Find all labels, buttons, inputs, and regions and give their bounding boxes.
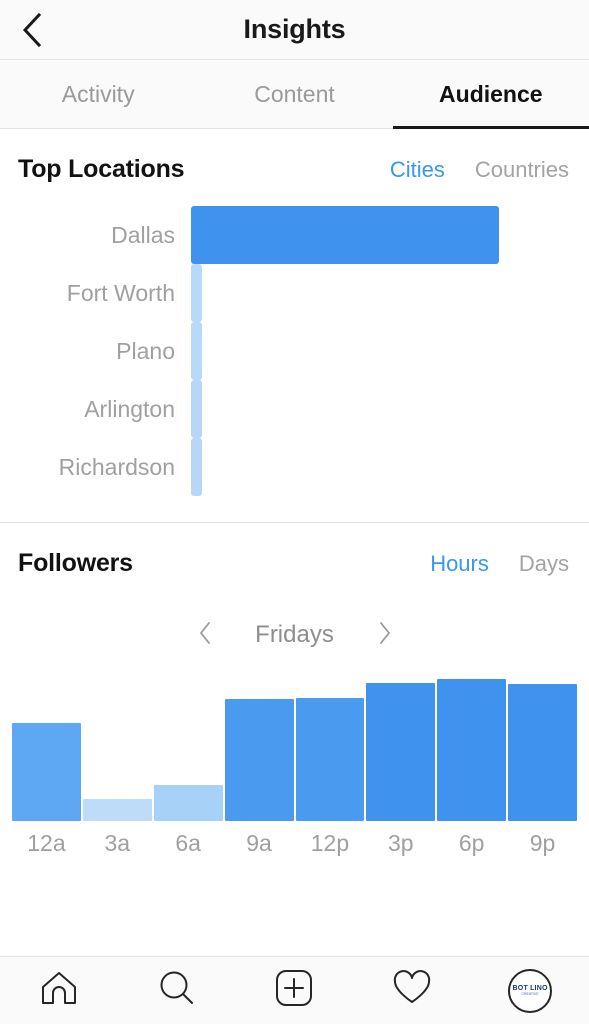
hour-label-12p: 12p xyxy=(310,830,350,856)
back-button[interactable] xyxy=(6,0,58,59)
hour-bar-3p xyxy=(366,683,436,821)
tab-activity-label: Activity xyxy=(61,80,135,107)
location-bar-track xyxy=(191,264,571,322)
tab-audience[interactable]: Audience xyxy=(392,60,589,129)
location-row-arlington: Arlington xyxy=(18,380,571,438)
chevron-left-icon xyxy=(198,621,212,650)
hour-label-9a: 9a xyxy=(246,830,272,856)
day-next-button[interactable] xyxy=(373,620,397,650)
location-row-dallas: Dallas xyxy=(18,206,571,264)
tab-audience-label: Audience xyxy=(439,80,543,107)
location-row-richardson: Richardson xyxy=(18,438,571,496)
followers-title: Followers xyxy=(18,549,133,577)
nav-activity-button[interactable] xyxy=(353,957,471,1024)
location-label-plano: Plano xyxy=(116,337,175,364)
tab-activity[interactable]: Activity xyxy=(0,60,196,128)
search-icon xyxy=(158,969,196,1012)
hour-bar-3a xyxy=(82,799,152,821)
toggle-hours[interactable]: Hours xyxy=(430,551,489,577)
bottom-navigation-bar: BOT LINO CREATIVE xyxy=(0,956,589,1024)
top-locations-header: Top Locations Cities Countries xyxy=(0,129,589,184)
avatar-logo-text: BOT LINO xyxy=(512,984,548,992)
location-row-fort-worth: Fort Worth xyxy=(18,264,571,322)
location-bar-fort-worth xyxy=(191,264,202,322)
location-label-fort-worth: Fort Worth xyxy=(66,279,175,306)
app-header: Insights xyxy=(0,0,589,60)
hour-column-6a xyxy=(153,676,223,821)
top-locations-title: Top Locations xyxy=(18,155,185,183)
followers-toggle-group: Hours Days xyxy=(430,551,569,577)
tab-content-label: Content xyxy=(254,80,335,107)
day-selector: Fridays xyxy=(0,620,589,650)
followers-axis-labels: 12a 3a 6a 9a 12p 3p 6p 9p xyxy=(12,830,577,857)
hour-column-9a xyxy=(224,676,294,821)
location-label-dallas: Dallas xyxy=(111,221,175,248)
page-title: Insights xyxy=(243,14,346,44)
followers-hours-chart: 12a 3a 6a 9a 12p 3p 6p 9p xyxy=(0,676,589,857)
day-selector-label: Fridays xyxy=(255,621,334,648)
hour-label-9p: 9p xyxy=(529,830,556,856)
toggle-cities[interactable]: Cities xyxy=(390,157,445,183)
avatar-logo-subtext: CREATIVE xyxy=(521,991,539,996)
location-bar-track xyxy=(191,380,571,438)
add-post-icon xyxy=(275,969,313,1012)
location-bar-arlington xyxy=(191,380,202,438)
top-locations-chart: Dallas Fort Worth Plano Arlington Richar… xyxy=(0,184,589,522)
hour-label-6p: 6p xyxy=(458,830,485,856)
hour-column-12p xyxy=(295,676,365,821)
profile-avatar: BOT LINO CREATIVE xyxy=(508,968,553,1013)
nav-profile-button[interactable]: BOT LINO CREATIVE xyxy=(471,957,589,1024)
hour-bar-9a xyxy=(224,699,294,821)
toggle-countries[interactable]: Countries xyxy=(475,157,569,183)
location-row-plano: Plano xyxy=(18,322,571,380)
hour-column-6p xyxy=(437,676,507,821)
chevron-left-icon xyxy=(21,12,43,48)
hour-label-3a: 3a xyxy=(104,830,131,856)
avatar-logo: BOT LINO CREATIVE xyxy=(513,985,548,997)
home-icon xyxy=(40,970,78,1011)
tab-content[interactable]: Content xyxy=(196,60,392,128)
hour-bar-6p xyxy=(437,679,507,821)
heart-icon xyxy=(392,970,432,1011)
hour-label-6a: 6a xyxy=(175,830,201,856)
hour-bar-12p xyxy=(295,698,365,821)
followers-section: Followers Hours Days Fridays 12a 3a 6a 9… xyxy=(0,523,589,927)
location-bar-dallas xyxy=(191,206,499,264)
location-bar-plano xyxy=(191,322,202,380)
hour-column-12a xyxy=(12,676,81,821)
hour-label-3p: 3p xyxy=(388,830,414,856)
location-bar-track xyxy=(191,438,571,496)
hour-column-3p xyxy=(366,676,436,821)
hour-column-3a xyxy=(82,676,152,821)
insights-tabbar: Activity Content Audience xyxy=(0,60,589,129)
chevron-right-icon xyxy=(378,621,392,650)
location-bar-track xyxy=(191,206,571,264)
location-label-arlington: Arlington xyxy=(84,395,175,422)
nav-home-button[interactable] xyxy=(0,957,118,1024)
hour-bar-12a xyxy=(12,723,81,821)
nav-search-button[interactable] xyxy=(118,957,236,1024)
top-locations-section: Top Locations Cities Countries Dallas Fo… xyxy=(0,129,589,522)
hour-bar-6a xyxy=(153,785,223,821)
hour-column-9p xyxy=(508,676,577,821)
locations-toggle-group: Cities Countries xyxy=(390,157,569,183)
day-prev-button[interactable] xyxy=(193,620,217,650)
followers-bars xyxy=(12,676,577,821)
nav-add-post-button[interactable] xyxy=(236,957,354,1024)
followers-header: Followers Hours Days xyxy=(0,523,589,578)
hour-label-12a: 12a xyxy=(27,830,66,856)
location-bar-richardson xyxy=(191,438,202,496)
location-bar-track xyxy=(191,322,571,380)
location-label-richardson: Richardson xyxy=(58,453,175,480)
toggle-days[interactable]: Days xyxy=(519,551,569,577)
hour-bar-9p xyxy=(508,684,577,821)
bottom-spacer xyxy=(0,857,589,927)
